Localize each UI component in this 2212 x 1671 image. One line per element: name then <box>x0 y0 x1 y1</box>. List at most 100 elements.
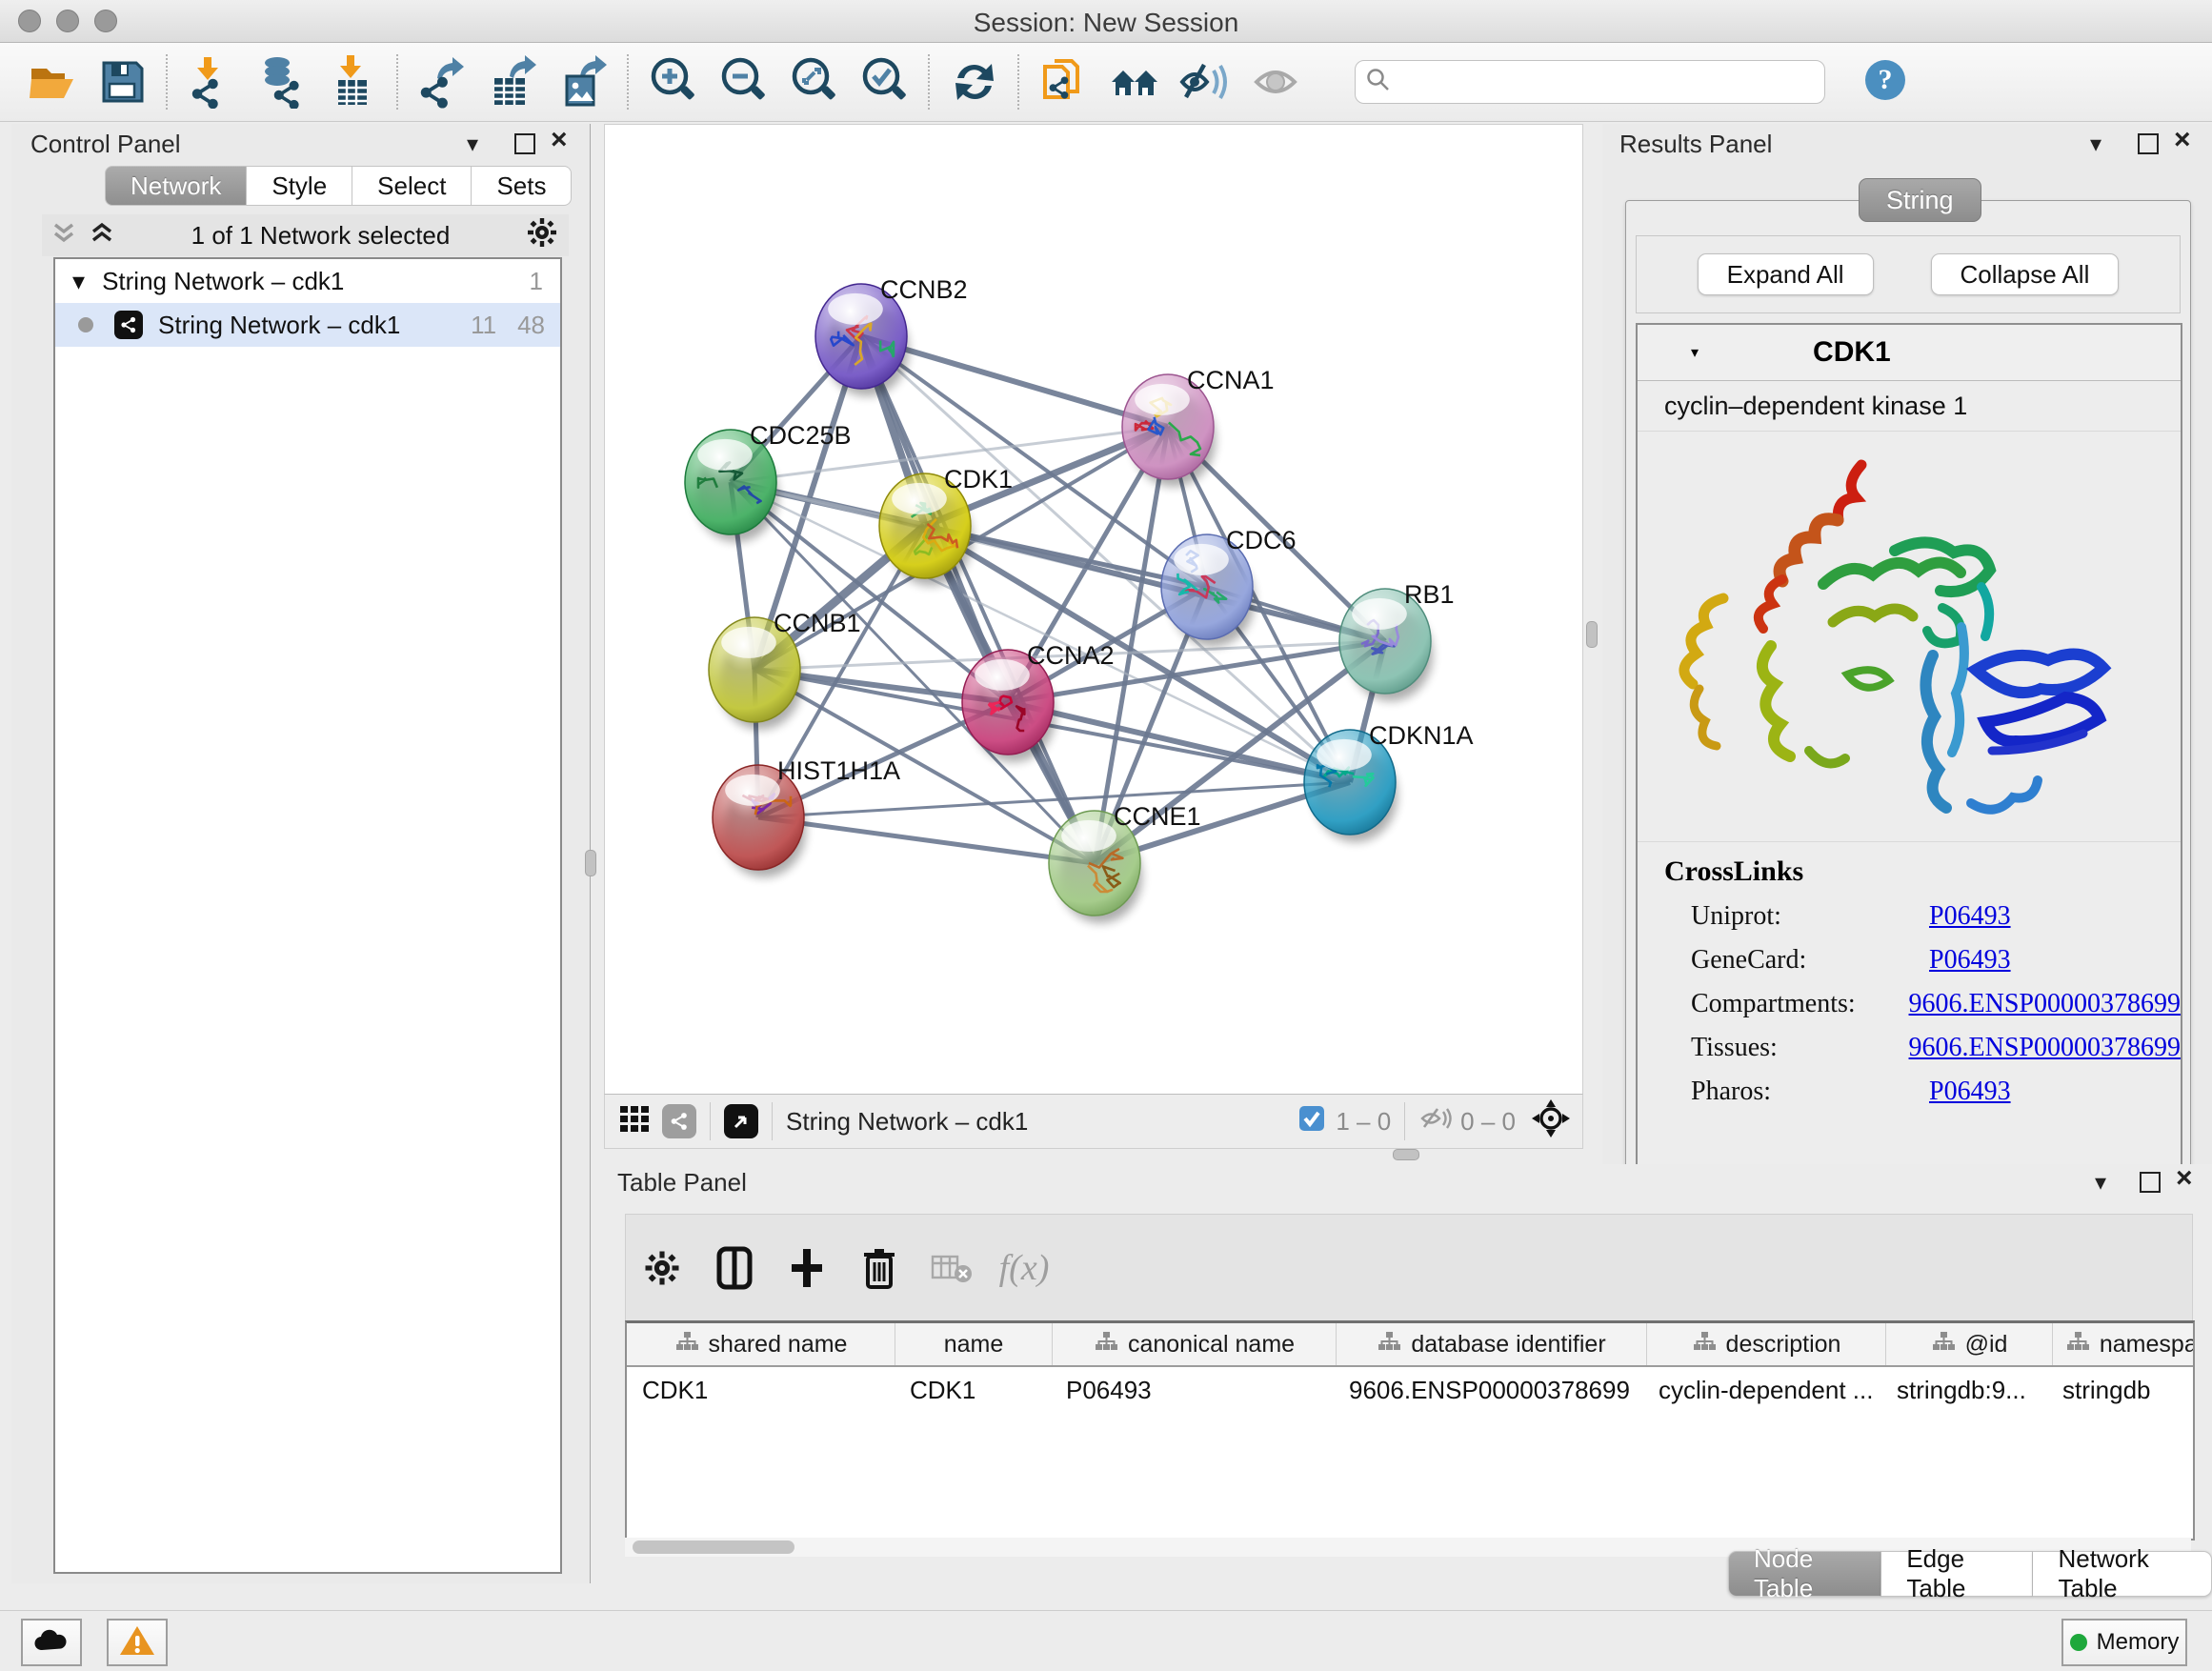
cloud-button[interactable] <box>21 1619 82 1666</box>
expand-all-icon[interactable] <box>50 218 78 253</box>
collection-expander-icon[interactable]: ▾ <box>72 267 85 296</box>
save-icon[interactable] <box>88 50 158 113</box>
import-table-icon[interactable] <box>318 50 389 113</box>
panel-float-icon[interactable] <box>2138 133 2159 159</box>
expand-all-button[interactable]: Expand All <box>1698 253 1874 295</box>
node-CDC25B[interactable]: CDC25B <box>685 421 852 542</box>
left-splitter-handle[interactable] <box>585 850 596 876</box>
warnings-button[interactable] <box>107 1619 168 1666</box>
node-HIST1H1A[interactable]: HIST1H1A <box>713 756 900 877</box>
document-share-icon[interactable] <box>1029 50 1099 113</box>
tab-sets[interactable]: Sets <box>472 166 572 206</box>
network-view-icon[interactable] <box>662 1104 696 1138</box>
cell-database-identifier[interactable]: 9606.ENSP00000378699 <box>1334 1376 1643 1405</box>
network-canvas[interactable]: CCNB2CCNA1CDC25BCDK1CDC6RB1CCNB1CCNA2CDK… <box>604 124 1583 1096</box>
table-panel: Table Panel ▾ × f(x) shared namenamecano… <box>604 1164 2212 1583</box>
cell-@id[interactable]: stringdb:9... <box>1881 1376 2047 1405</box>
crosslink-link[interactable]: P06493 <box>1929 901 2011 932</box>
node-CCNA2[interactable]: CCNA2 <box>962 641 1115 762</box>
right-splitter-handle[interactable] <box>1586 621 1598 648</box>
hide-eye-icon[interactable] <box>1170 50 1240 113</box>
crosslink-row: Compartments:9606.ENSP00000378699 <box>1691 989 2181 1019</box>
refresh-icon[interactable] <box>939 50 1010 113</box>
search-input[interactable] <box>1401 68 1815 96</box>
collapse-all-button[interactable]: Collapse All <box>1931 253 2120 295</box>
column-type-icon <box>2065 1330 2090 1359</box>
tab-string[interactable]: String <box>1859 178 1981 222</box>
panel-float-icon[interactable] <box>2140 1172 2161 1198</box>
zoom-selected-icon[interactable] <box>850 50 920 113</box>
node-CCNE1[interactable]: CCNE1 <box>1049 802 1201 923</box>
tab-edge-table[interactable]: Edge Table <box>1881 1551 2033 1597</box>
node-CCNA1[interactable]: CCNA1 <box>1122 366 1275 487</box>
show-columns-icon[interactable] <box>698 1232 771 1304</box>
export-network-icon[interactable] <box>408 50 478 113</box>
panel-menu-icon[interactable]: ▾ <box>467 133 478 156</box>
column-header-description[interactable]: description <box>1647 1323 1886 1365</box>
cell-canonical-name[interactable]: P06493 <box>1051 1376 1334 1405</box>
crosslink-link[interactable]: P06493 <box>1929 945 2011 976</box>
panel-close-icon[interactable]: × <box>2174 129 2191 153</box>
cell-namespace[interactable]: stringdb <box>2047 1376 2195 1405</box>
zoom-out-icon[interactable] <box>709 50 779 113</box>
network-row[interactable]: String Network – cdk1 11 48 <box>55 303 560 347</box>
crosslink-link[interactable]: 9606.ENSP00000378699 <box>1909 989 2181 1019</box>
zoom-fit-icon[interactable] <box>779 50 850 113</box>
panel-float-icon[interactable] <box>514 133 535 159</box>
crosslinks-heading: CrossLinks <box>1664 856 2181 888</box>
collapse-all-icon[interactable] <box>88 218 116 253</box>
control-panel: Control Panel ▾ × NetworkStyleSelectSets… <box>11 124 591 1583</box>
delete-column-icon[interactable] <box>843 1232 915 1304</box>
cell-description[interactable]: cyclin-dependent ... <box>1643 1376 1881 1405</box>
open-folder-icon[interactable] <box>17 50 88 113</box>
table-row[interactable]: CDK1CDK1P064939606.ENSP00000378699cyclin… <box>627 1367 2193 1413</box>
crosslink-link[interactable]: P06493 <box>1929 1077 2011 1107</box>
table-settings-gear-icon[interactable] <box>626 1232 698 1304</box>
column-header-@id[interactable]: @id <box>1886 1323 2053 1365</box>
gear-icon[interactable] <box>525 215 559 256</box>
tab-select[interactable]: Select <box>352 166 472 206</box>
node-RB1[interactable]: RB1 <box>1339 580 1455 701</box>
hidden-eye-icon[interactable] <box>1418 1104 1453 1139</box>
cell-name[interactable]: CDK1 <box>895 1376 1051 1405</box>
horizontal-splitter-handle[interactable] <box>1393 1149 1419 1160</box>
column-header-database-identifier[interactable]: database identifier <box>1337 1323 1647 1365</box>
crosslink-link[interactable]: 9606.ENSP00000378699 <box>1909 1033 2181 1063</box>
homes-icon[interactable] <box>1099 50 1170 113</box>
import-network-icon[interactable] <box>177 50 248 113</box>
panel-close-icon[interactable]: × <box>551 129 568 153</box>
export-table-icon[interactable] <box>478 50 549 113</box>
cell-shared-name[interactable]: CDK1 <box>627 1376 895 1405</box>
create-column-icon[interactable] <box>771 1232 843 1304</box>
column-header-shared-name[interactable]: shared name <box>627 1323 895 1365</box>
column-header-canonical-name[interactable]: canonical name <box>1053 1323 1337 1365</box>
memory-button[interactable]: Memory <box>2061 1619 2187 1666</box>
gene-header-row[interactable]: ▾ CDK1 <box>1638 325 2181 381</box>
tab-network-table[interactable]: Network Table <box>2033 1551 2212 1597</box>
node-CCNB2[interactable]: CCNB2 <box>815 275 968 396</box>
panel-menu-icon[interactable]: ▾ <box>2090 133 2101 156</box>
grid-view-icon[interactable] <box>618 1102 651 1141</box>
tab-style[interactable]: Style <box>247 166 352 206</box>
edge-HIST1H1A-CCNE1 <box>758 817 1095 863</box>
collapse-triangle-icon[interactable]: ▾ <box>1691 343 1699 362</box>
column-header-name[interactable]: name <box>895 1323 1053 1365</box>
zoom-in-icon[interactable] <box>638 50 709 113</box>
tab-node-table[interactable]: Node Table <box>1728 1551 1881 1597</box>
crosshair-icon[interactable] <box>1531 1098 1571 1145</box>
node-CCNB1[interactable]: CCNB1 <box>709 609 861 730</box>
panel-close-icon[interactable]: × <box>2176 1167 2193 1192</box>
export-image-icon[interactable] <box>549 50 619 113</box>
birds-eye-view-icon[interactable] <box>724 1104 758 1138</box>
node-CDKN1A[interactable]: CDKN1A <box>1304 721 1474 842</box>
node-CDC6[interactable]: CDC6 <box>1161 526 1297 647</box>
network-collection-row[interactable]: ▾ String Network – cdk1 1 <box>55 259 560 303</box>
tab-network[interactable]: Network <box>105 166 247 206</box>
selected-checkbox-icon[interactable] <box>1297 1104 1326 1139</box>
eye-disabled-icon[interactable] <box>1240 50 1311 113</box>
crosslink-label: GeneCard: <box>1691 945 1929 976</box>
import-database-icon[interactable] <box>248 50 318 113</box>
column-header-namespace[interactable]: namespace <box>2053 1323 2195 1365</box>
help-icon[interactable]: ? <box>1863 58 1907 107</box>
panel-menu-icon[interactable]: ▾ <box>2095 1172 2106 1195</box>
